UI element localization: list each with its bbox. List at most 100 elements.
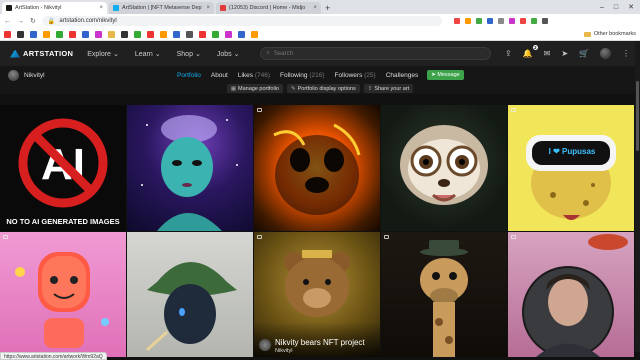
bookmark-icon[interactable]: [43, 30, 50, 38]
notifications-icon[interactable]: 🔔 2: [523, 45, 538, 58]
close-tab-icon[interactable]: ×: [99, 5, 103, 11]
extension-icon[interactable]: [530, 18, 537, 24]
more-icon[interactable]: ⋮: [622, 49, 630, 58]
profile-avatar[interactable]: [8, 69, 19, 81]
artwork-thumbnail[interactable]: [381, 105, 507, 231]
browser-tab[interactable]: ArtStation | [NFT Metaverse Dep ×: [109, 2, 214, 14]
back-icon[interactable]: ←: [4, 18, 11, 25]
artstation-logo[interactable]: ARTSTATION: [10, 49, 73, 58]
artwork-thumbnail[interactable]: [381, 232, 507, 357]
new-tab-button[interactable]: +: [325, 3, 330, 13]
nav-jobs[interactable]: Jobs ⌄: [217, 50, 242, 58]
close-tab-icon[interactable]: ×: [206, 5, 210, 11]
artwork-thumbnail[interactable]: [0, 232, 126, 357]
bookmark-icon[interactable]: [225, 30, 232, 38]
close-tab-icon[interactable]: ×: [313, 5, 317, 11]
bookmark-icon[interactable]: [4, 30, 11, 38]
nav-label: Shop: [176, 50, 193, 58]
extension-icon[interactable]: [486, 18, 493, 24]
url-field[interactable]: 🔒 artstation.com/nikvityl: [41, 16, 442, 26]
artwork-thumbnail[interactable]: [508, 232, 634, 357]
extension-icon[interactable]: [541, 18, 548, 24]
bookmark-icon[interactable]: [108, 30, 115, 38]
bookmark-icon[interactable]: [82, 30, 89, 38]
tab-likes[interactable]: Likes (746): [233, 72, 275, 79]
bookmark-icon[interactable]: [134, 30, 141, 38]
folder-icon: [583, 31, 591, 37]
bookmark-icon[interactable]: [160, 30, 167, 38]
search-input[interactable]: ⌕ Search: [259, 47, 491, 60]
artwork-thumbnail[interactable]: I ❤ Pupusas: [508, 105, 634, 231]
close-window-icon[interactable]: ✕: [628, 3, 634, 11]
bookmark-icon[interactable]: [30, 30, 37, 38]
other-bookmarks[interactable]: Other bookmarks: [583, 31, 636, 37]
manage-portfolio-button[interactable]: ▦ Manage portfolio: [226, 84, 283, 93]
share-art-button[interactable]: ⇪ Share your art: [363, 84, 414, 93]
bookmark-icon[interactable]: [147, 30, 154, 38]
browser-tab[interactable]: (12053) Discord | Home - Midjo ×: [216, 2, 321, 14]
artwork-thumbnail[interactable]: AI NO TO AI GENERATED IMAGES: [0, 105, 126, 231]
tab-portfolio[interactable]: Portfolio: [172, 72, 206, 79]
reload-icon[interactable]: ↻: [30, 17, 36, 25]
bookmark-icon[interactable]: [212, 30, 219, 38]
header-actions: ⇪ 🔔 2 ✉ ➤ 🛒 ⋮: [505, 45, 630, 59]
artwork-image: [526, 135, 616, 220]
extensions-bar: [453, 18, 548, 24]
user-avatar[interactable]: [600, 48, 611, 59]
bookmark-icon[interactable]: [186, 30, 193, 38]
search-icon: ⌕: [266, 50, 270, 56]
nav-shop[interactable]: Shop ⌄: [177, 50, 203, 58]
tab-followers[interactable]: Followers (25): [330, 72, 381, 79]
forward-icon[interactable]: →: [17, 18, 24, 25]
bookmark-icon[interactable]: [199, 30, 206, 38]
bookmark-icon[interactable]: [251, 30, 258, 38]
site-header: ARTSTATION Explore ⌄ Learn ⌄ Shop ⌄ Jobs ⌄ ⌕…: [0, 41, 640, 66]
bookmark-icon[interactable]: [121, 30, 128, 38]
artwork-thumbnail[interactable]: [127, 232, 253, 357]
bookmark-icon[interactable]: [69, 30, 76, 38]
maximize-icon[interactable]: □: [614, 4, 618, 11]
extension-icon[interactable]: [464, 18, 471, 24]
bookmarks-bar: Other bookmarks: [0, 28, 640, 41]
tab-following[interactable]: Following (216): [275, 72, 329, 79]
artwork-image: [15, 252, 109, 348]
chevron-down-icon: ⌄: [194, 50, 201, 58]
artwork-thumbnail[interactable]: [254, 105, 380, 231]
bookmark-icon[interactable]: [238, 30, 245, 38]
display-options-button[interactable]: ✎ Portfolio display options: [287, 84, 360, 93]
minimize-icon[interactable]: –: [600, 4, 604, 11]
bookmark-icon[interactable]: [173, 30, 180, 38]
artwork-thumbnail[interactable]: Nikvity bears NFT project Nikvityl: [254, 232, 380, 357]
tab-label: Followers: [334, 71, 363, 79]
browser-tab[interactable]: ArtStation - Nikvityl ×: [2, 2, 107, 14]
upload-icon[interactable]: ⇪: [505, 49, 512, 58]
message-button[interactable]: ➤ Message: [427, 70, 464, 80]
scrollbar[interactable]: [635, 41, 640, 352]
extension-icon[interactable]: [453, 18, 460, 24]
nav-explore[interactable]: Explore ⌄: [87, 50, 121, 58]
messages-icon[interactable]: ✉: [544, 49, 551, 58]
artwork-thumbnail[interactable]: [127, 105, 253, 231]
other-bookmarks-label: Other bookmarks: [593, 31, 636, 37]
extension-icon[interactable]: [497, 18, 504, 24]
extension-icon[interactable]: [519, 18, 526, 24]
tab-count: (746): [254, 71, 271, 79]
scrollbar-thumb[interactable]: [636, 81, 639, 151]
cart-icon[interactable]: 🛒: [579, 49, 589, 58]
extension-icon[interactable]: [475, 18, 482, 24]
button-label: Portfolio display options: [297, 85, 356, 92]
message-label: Message: [437, 72, 460, 78]
nav-learn[interactable]: Learn ⌄: [135, 50, 163, 58]
artwork-image: [400, 125, 488, 205]
tab-about[interactable]: About: [206, 72, 233, 79]
bookmark-icon[interactable]: [17, 30, 24, 38]
artist-avatar: [259, 339, 271, 351]
bookmark-icon[interactable]: [56, 30, 63, 38]
extension-icon[interactable]: [508, 18, 515, 24]
tab-challenges[interactable]: Challenges: [381, 72, 424, 79]
grid-icon: ▦: [230, 85, 237, 92]
logo-text: ARTSTATION: [23, 49, 74, 58]
bookmark-icon[interactable]: [95, 30, 102, 38]
send-icon[interactable]: ➤: [561, 49, 568, 58]
profile-name[interactable]: Nikvityl: [24, 72, 45, 79]
